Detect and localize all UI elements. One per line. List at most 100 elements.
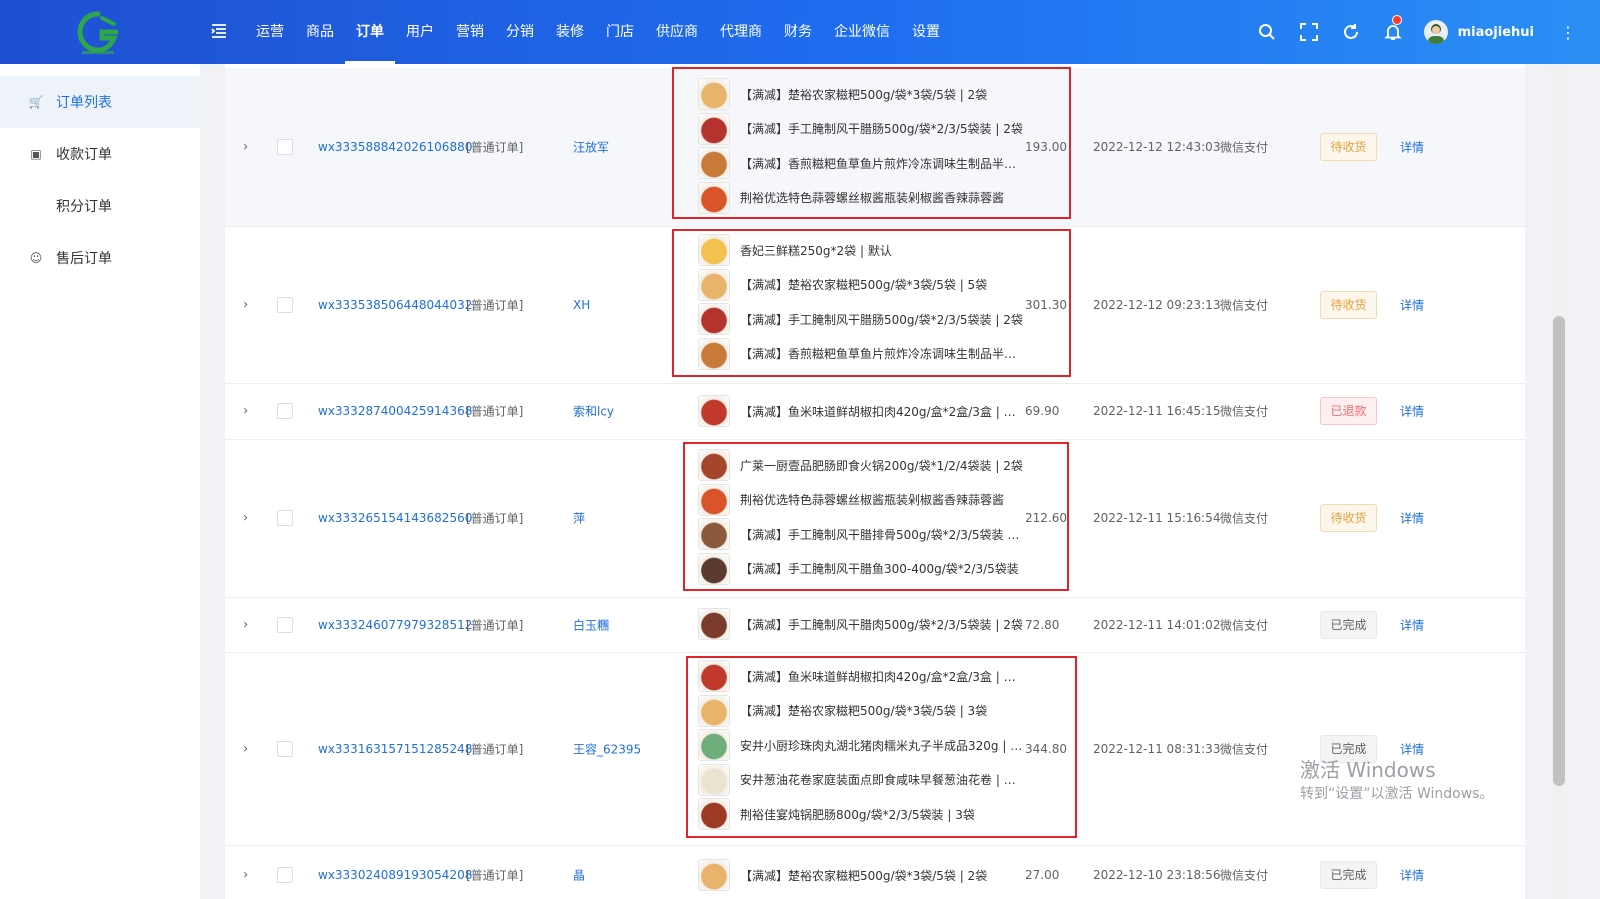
cash-icon: ▣ (30, 147, 42, 161)
bell-icon[interactable] (1372, 0, 1414, 64)
buyer-link[interactable]: 索和lcy (573, 403, 614, 420)
row-checkbox[interactable] (277, 867, 293, 883)
row-checkbox[interactable] (277, 403, 293, 419)
product-name: 【满减】手工腌制风干腊排骨500g/袋*2/3/5袋装 | 2袋 (740, 527, 1023, 542)
detail-link[interactable]: 详情 (1400, 510, 1424, 527)
sidebar-item-label: 收款订单 (56, 147, 112, 163)
chevron-right-icon[interactable]: › (243, 140, 248, 155)
buyer-link[interactable]: 白玉糰 (573, 616, 609, 633)
detail-link[interactable]: 详情 (1400, 740, 1424, 757)
goods-item: 【满减】手工腌制风干腊肠500g/袋*2/3/5袋装 | 2袋 (698, 303, 1023, 335)
goods-item: 广莱一厨壹品肥肠即食火锅200g/袋*1/2/4袋装 | 2袋 (698, 449, 1023, 481)
order-amount: 69.90 (1025, 404, 1060, 418)
chevron-right-icon[interactable]: › (243, 297, 248, 312)
order-id-link[interactable]: wx333588842026106880 (318, 140, 472, 154)
row-checkbox[interactable] (277, 616, 293, 633)
sidebar-item-label: 积分订单 (56, 199, 112, 215)
scrollbar-thumb[interactable] (1553, 316, 1565, 786)
order-id-link[interactable]: wx333024089193054208 (318, 868, 472, 882)
product-name: 安井小厨珍珠肉丸湖北猪肉糯米丸子半成品320g | 默认 (740, 738, 1023, 753)
row-checkbox[interactable] (277, 740, 293, 757)
chevron-right-icon[interactable]: › (243, 868, 248, 883)
order-time: 2022-12-12 12:43:03 (1093, 140, 1221, 154)
product-name: 荆裕优选特色蒜蓉螺丝椒酱瓶装剁椒酱香辣蒜蓉酱 (740, 493, 1005, 507)
nav-item-3[interactable]: 用户 (395, 0, 445, 64)
payment-method: 微信支付 (1220, 140, 1269, 155)
brand-logo[interactable] (72, 8, 124, 56)
table-row: › wx333024089193054208 [普通订单] 晶 27.00 2022-12… (225, 845, 1525, 899)
product-thumbnail (698, 78, 730, 110)
product-thumbnail (698, 181, 730, 214)
table-row: › wx333588842026106880 [普通订单] 汪放军 193.00 2022… (225, 68, 1525, 227)
nav-item-2[interactable]: 订单 (345, 0, 395, 64)
detail-link[interactable]: 详情 (1400, 616, 1424, 633)
goods-item: 【满减】鱼米味道鲜胡椒扣肉420g/盒*2盒/3盒 | 2盒 (698, 660, 1023, 692)
product-thumbnail (698, 147, 730, 179)
top-bar: 运营 商品 订单 用户 营销 分销 装修 门店 供应商 代理商 财务 企业微信 设置 miaojiehu… (0, 0, 1600, 64)
nav-item-7[interactable]: 门店 (595, 0, 645, 64)
row-checkbox[interactable] (277, 510, 293, 526)
status-badge: 待收货 (1320, 504, 1377, 532)
fullscreen-icon[interactable] (1288, 0, 1330, 64)
menu-toggle-icon[interactable] (210, 22, 228, 40)
cart-icon: 🛒 (28, 95, 44, 109)
goods-item: 【满减】手工腌制风干腊排骨500g/袋*2/3/5袋装 | 2袋 (698, 518, 1023, 550)
nav-item-11[interactable]: 企业微信 (823, 0, 901, 64)
buyer-link[interactable]: 萍 (573, 510, 585, 527)
avatar (1423, 20, 1448, 44)
row-checkbox[interactable] (277, 139, 293, 155)
product-thumbnail (698, 859, 730, 891)
chevron-right-icon[interactable]: › (243, 404, 248, 419)
detail-link[interactable]: 详情 (1400, 139, 1424, 156)
chevron-right-icon[interactable]: › (243, 511, 248, 526)
chevron-right-icon[interactable]: › (243, 617, 248, 632)
order-id-link[interactable]: wx333287400425914368 (318, 404, 472, 418)
detail-link[interactable]: 详情 (1400, 296, 1424, 313)
detail-link[interactable]: 详情 (1400, 403, 1424, 420)
product-name: 安井葱油花卷家庭装面点即食咸味早餐葱油花卷 | 默认 (740, 773, 1023, 787)
nav-item-0[interactable]: 运营 (245, 0, 295, 64)
nav-item-8[interactable]: 供应商 (645, 0, 709, 64)
goods-item: 【满减】手工腌制风干腊鱼300-400g/袋*2/3/5袋装 (698, 552, 1023, 585)
more-vertical-icon[interactable]: ⋮ (1560, 23, 1576, 42)
order-id-link[interactable]: wx333538506448044032 (318, 298, 472, 312)
sidebar-item-0[interactable]: 🛒 订单列表 (0, 76, 200, 128)
product-name: 【满减】手工腌制风干腊肠500g/袋*2/3/5袋装 | 2袋 (740, 312, 1023, 327)
table-row: › wx333287400425914368 [普通订单] 索和lcy 69.90 202… (225, 383, 1525, 440)
order-time: 2022-12-11 14:01:02 (1093, 617, 1221, 632)
order-amount: 301.30 (1025, 297, 1067, 312)
sidebar-item-2[interactable]: 积分订单 (0, 180, 200, 232)
status-badge: 已退款 (1320, 397, 1377, 425)
sidebar-item-3[interactable]: ☺ 售后订单 (0, 232, 200, 284)
refresh-icon[interactable] (1330, 0, 1372, 64)
user-menu[interactable]: miaojiehui (1423, 20, 1534, 44)
order-id-link[interactable]: wx333265154143682560 (318, 511, 472, 525)
buyer-link[interactable]: 晶 (573, 867, 585, 884)
nav-item-10[interactable]: 财务 (773, 0, 823, 64)
order-type: [普通订单] (466, 404, 524, 419)
top-nav: 运营 商品 订单 用户 营销 分销 装修 门店 供应商 代理商 财务 企业微信 设置 (245, 0, 951, 64)
product-thumbnail (698, 608, 730, 640)
order-id-link[interactable]: wx333246077979328512 (318, 618, 472, 632)
order-id-link[interactable]: wx333163157151285248 (318, 742, 472, 756)
goods-item: 安井葱油花卷家庭装面点即食咸味早餐葱油花卷 | 默认 (698, 763, 1023, 796)
table-row: › wx333163157151285248 [普通订单] 王容_62395 344.8… (225, 652, 1525, 846)
payment-method: 微信支付 (1220, 868, 1269, 883)
nav-item-5[interactable]: 分销 (495, 0, 545, 64)
buyer-link[interactable]: 王容_62395 (573, 740, 641, 757)
nav-item-6[interactable]: 装修 (545, 0, 595, 64)
nav-item-4[interactable]: 营销 (445, 0, 495, 64)
row-checkbox[interactable] (277, 296, 293, 313)
nav-item-1[interactable]: 商品 (295, 0, 345, 64)
product-name: 荆裕优选特色蒜蓉螺丝椒酱瓶装剁椒酱香辣蒜蓉酱 (740, 191, 1005, 205)
nav-item-9[interactable]: 代理商 (709, 0, 773, 64)
order-time: 2022-12-12 09:23:13 (1093, 297, 1221, 312)
nav-item-12[interactable]: 设置 (901, 0, 951, 64)
detail-link[interactable]: 详情 (1400, 867, 1424, 884)
product-name: 【满减】香煎糍粑鱼草鱼片煎炸冷冻调味生制品半成品 (740, 156, 1023, 171)
chevron-right-icon[interactable]: › (243, 741, 248, 756)
buyer-link[interactable]: XH (573, 298, 590, 312)
search-icon[interactable] (1246, 0, 1288, 64)
buyer-link[interactable]: 汪放军 (573, 139, 609, 156)
sidebar-item-1[interactable]: ▣ 收款订单 (0, 128, 200, 180)
